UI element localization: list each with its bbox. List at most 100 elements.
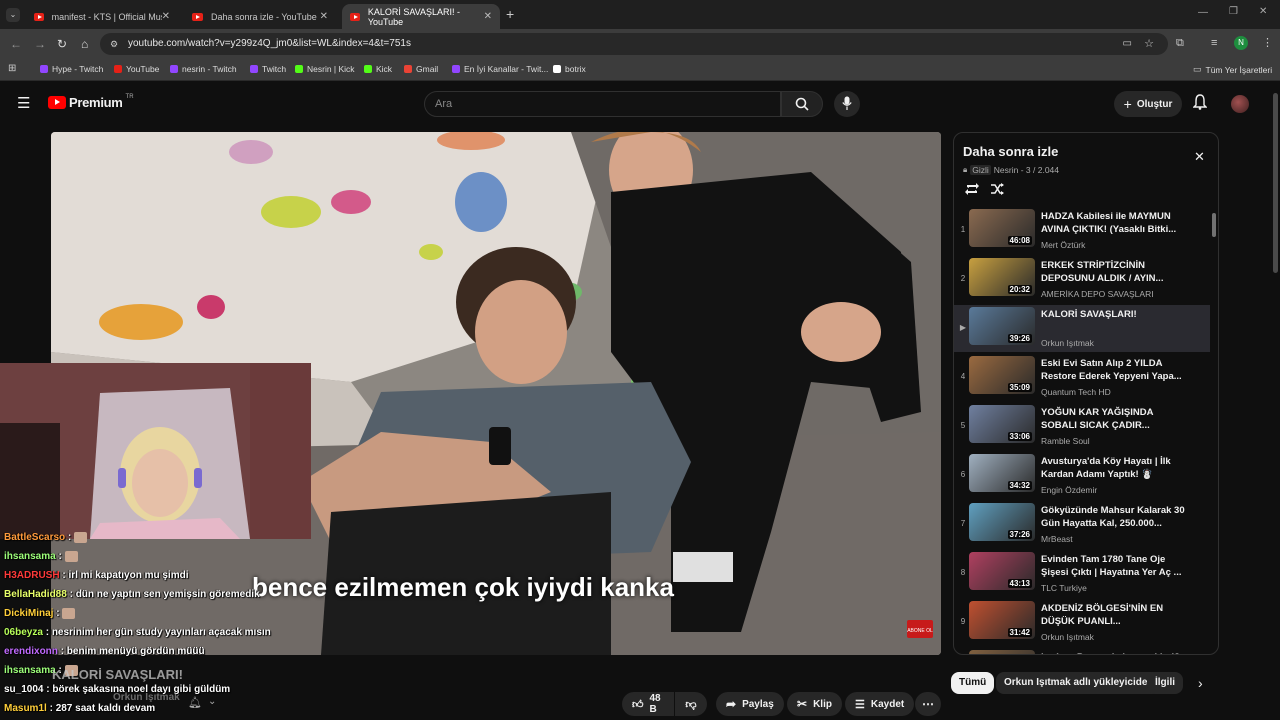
search-button[interactable]	[781, 91, 823, 117]
tab-search-icon[interactable]: ⌄	[6, 8, 20, 22]
search-input[interactable]: Ara	[424, 91, 781, 117]
chat-username[interactable]: ihsansama	[4, 551, 56, 562]
playlist-item-title[interactable]: HADZA Kabilesi ile MAYMUN AVINA ÇIKTIK! …	[1041, 210, 1191, 236]
playlist-scrollbar[interactable]	[1212, 213, 1216, 237]
playlist-item-thumbnail[interactable]: 37:26	[969, 503, 1035, 541]
youtube-logo[interactable]: Premium TR	[48, 94, 134, 110]
url-input[interactable]: ⚙ youtube.com/watch?v=y299z4Q_jm0&list=W…	[100, 33, 1168, 55]
playlist-item[interactable]: ▶ 39:26 KALORİ SAVAŞLARI! Orkun Işıtmak	[954, 305, 1210, 352]
playlist-item-thumbnail[interactable]: 35:09	[969, 356, 1035, 394]
tab-manifest[interactable]: manifest - KTS | Official Music V ✕	[26, 4, 178, 29]
share-button[interactable]: ➦ Paylaş	[716, 692, 784, 716]
tab-close-icon[interactable]: ✕	[320, 11, 328, 22]
playlist-item-thumbnail[interactable]: 34:32	[969, 454, 1035, 492]
playlist-item-title[interactable]: AKDENİZ BÖLGESİ'NİN EN DÜŞÜK PUANLI...	[1041, 602, 1191, 628]
chat-username[interactable]: 06beyza	[4, 627, 43, 638]
media-icon[interactable]: ≡	[1211, 37, 1217, 49]
playlist-item[interactable]: 4 35:09 Eski Evi Satın Alıp 2 YILDA Restor…	[954, 354, 1210, 401]
menu-icon[interactable]: ☰	[17, 94, 30, 112]
playlist-item-title[interactable]: Avusturya'da Köy Hayatı | İlk Kardan Ada…	[1041, 455, 1191, 481]
bookmark-item[interactable]: nesrin - Twitch	[170, 64, 237, 74]
more-actions-button[interactable]: ⋯	[915, 692, 941, 716]
shuffle-icon[interactable]	[990, 182, 1005, 201]
playlist-item-title[interactable]: Evinden Tam 1780 Tane Oje Şişesi Çıktı |…	[1041, 553, 1191, 579]
playlist-item-title[interactable]: Gökyüzünde Mahsur Kalarak 30 Gün Hayatta…	[1041, 504, 1191, 530]
apps-grid-icon[interactable]: ⊞	[8, 63, 16, 74]
reload-icon[interactable]: ↻	[57, 37, 67, 51]
playlist-close-icon[interactable]: ✕	[1194, 149, 1205, 165]
bookmark-item[interactable]: En İyi Kanallar - Twit...	[452, 64, 548, 74]
playlist-item-thumbnail[interactable]: 43:13	[969, 552, 1035, 590]
chat-username[interactable]: DickiMinaj	[4, 608, 53, 619]
back-icon[interactable]: ←	[10, 37, 22, 51]
extensions-icon[interactable]: ⧉	[1176, 37, 1184, 50]
all-bookmarks-button[interactable]: ▭ Tüm Yer İşaretleri	[1193, 64, 1272, 75]
create-button[interactable]: + Oluştur	[1114, 91, 1182, 117]
bookmark-star-icon[interactable]: ☆	[1144, 33, 1154, 55]
playlist-item-title[interactable]: YOĞUN KAR YAĞIŞINDA SOBALI SICAK ÇADIR..…	[1041, 406, 1191, 432]
playlist-item-thumbnail[interactable]: 33:06	[969, 405, 1035, 443]
chat-username[interactable]: erendixonn	[4, 646, 58, 657]
tab-close-icon[interactable]: ✕	[484, 11, 492, 22]
playlist-item[interactable]: 8 43:13 Evinden Tam 1780 Tane Oje Şişesi Ç…	[954, 550, 1210, 597]
playlist-item[interactable]: 1010:10kız kıza Peru sokak yemekleri?	[954, 648, 1210, 654]
account-avatar[interactable]	[1231, 95, 1249, 113]
home-icon[interactable]: ⌂	[81, 37, 88, 51]
browser-menu-icon[interactable]: ⋮	[1262, 36, 1273, 49]
like-button[interactable]: 👍︎ 48 B	[622, 692, 674, 716]
chat-username[interactable]: BattleScarso	[4, 532, 65, 543]
playlist-item-title[interactable]: ERKEK STRİPTİZCİNİN DEPOSUNU ALDIK / AYI…	[1041, 259, 1191, 285]
tab-close-icon[interactable]: ✕	[162, 11, 170, 22]
playlist-item-thumbnail[interactable]: 39:26	[969, 307, 1035, 345]
playlist-item[interactable]: 9 31:42 AKDENİZ BÖLGESİ'NİN EN DÜŞÜK PUANL…	[954, 599, 1210, 646]
maximize-icon[interactable]: ❐	[1229, 6, 1238, 17]
channel-name-overlay[interactable]: Orkun Işıtmak	[113, 692, 180, 703]
page-scrollbar[interactable]	[1273, 93, 1278, 273]
playlist-item[interactable]: 6 34:32 Avusturya'da Köy Hayatı | İlk Kard…	[954, 452, 1210, 499]
chat-username[interactable]: H3ADRUSH	[4, 570, 60, 581]
bookmark-item[interactable]: Nesrin | Kick	[295, 64, 355, 74]
filter-chip[interactable]: Tümü	[951, 672, 995, 694]
chat-username[interactable]: ihsansama	[4, 665, 56, 676]
playlist-item[interactable]: 1 46:08 HADZA Kabilesi ile MAYMUN AVINA ÇI…	[954, 207, 1210, 254]
filter-chip[interactable]: Orkun Işıtmak adlı yükleyiciden	[996, 672, 1162, 694]
notifications-bell-icon[interactable]	[1192, 94, 1208, 115]
chat-username[interactable]: BellaHadid88	[4, 589, 67, 600]
tab-kalori-savaslari[interactable]: KALORİ SAVAŞLARI! - YouTube ✕	[342, 4, 500, 29]
bookmark-item[interactable]: botrix	[553, 64, 586, 74]
forward-icon[interactable]: →	[34, 37, 46, 51]
profile-avatar[interactable]: N	[1234, 36, 1248, 50]
save-button[interactable]: ☰ Kaydet	[845, 692, 915, 716]
bookmark-item[interactable]: YouTube	[114, 64, 159, 74]
loop-icon[interactable]	[964, 182, 980, 201]
filter-chip[interactable]: İlgili	[1147, 672, 1183, 694]
chips-next-chevron-icon[interactable]: ›	[1198, 675, 1203, 691]
bookmark-item[interactable]: Hype - Twitch	[40, 64, 103, 74]
clip-button[interactable]: ✂ Klip	[787, 692, 842, 716]
site-info-icon[interactable]: ⚙	[110, 33, 118, 55]
playlist-item-thumbnail[interactable]: 46:08	[969, 209, 1035, 247]
playlist-item-thumbnail[interactable]: 20:32	[969, 258, 1035, 296]
close-window-icon[interactable]: ✕	[1259, 6, 1267, 17]
playlist-item-title[interactable]: Eski Evi Satın Alıp 2 YILDA Restore Eder…	[1041, 357, 1191, 383]
minimize-icon[interactable]: —	[1198, 7, 1208, 18]
playlist-item[interactable]: 5 33:06 YOĞUN KAR YAĞIŞINDA SOBALI SICAK Ç…	[954, 403, 1210, 450]
bookmark-item[interactable]: Kick	[364, 64, 392, 74]
dislike-button[interactable]: 👎︎	[675, 692, 707, 716]
new-tab-icon[interactable]: +	[506, 6, 514, 22]
bookmark-item[interactable]: Gmail	[404, 64, 438, 74]
cast-icon[interactable]: ▭	[1123, 33, 1132, 55]
voice-search-button[interactable]	[834, 91, 860, 117]
chat-username[interactable]: Masum1l	[4, 703, 47, 714]
playlist-item-title[interactable]: kız kıza Peru sokak yemekleri?	[1041, 651, 1191, 654]
playlist-item-thumbnail[interactable]: 31:42	[969, 601, 1035, 639]
playlist-item-thumbnail[interactable]: 10:10	[969, 650, 1035, 654]
tab-watch-later[interactable]: Daha sonra izle - YouTube ✕	[184, 4, 336, 29]
playlist-item[interactable]: 7 37:26 Gökyüzünde Mahsur Kalarak 30 Gün H…	[954, 501, 1210, 548]
playlist-item[interactable]: 2 20:32 ERKEK STRİPTİZCİNİN DEPOSUNU ALDIK…	[954, 256, 1210, 303]
bookmark-item[interactable]: Twitch	[250, 64, 286, 74]
chevron-down-icon[interactable]: ⌄	[208, 696, 216, 707]
chat-username[interactable]: su_1004	[4, 684, 43, 695]
playlist-item-title[interactable]: KALORİ SAVAŞLARI!	[1041, 308, 1191, 321]
notification-bell-small-icon[interactable]: 🔔︎	[188, 696, 202, 709]
